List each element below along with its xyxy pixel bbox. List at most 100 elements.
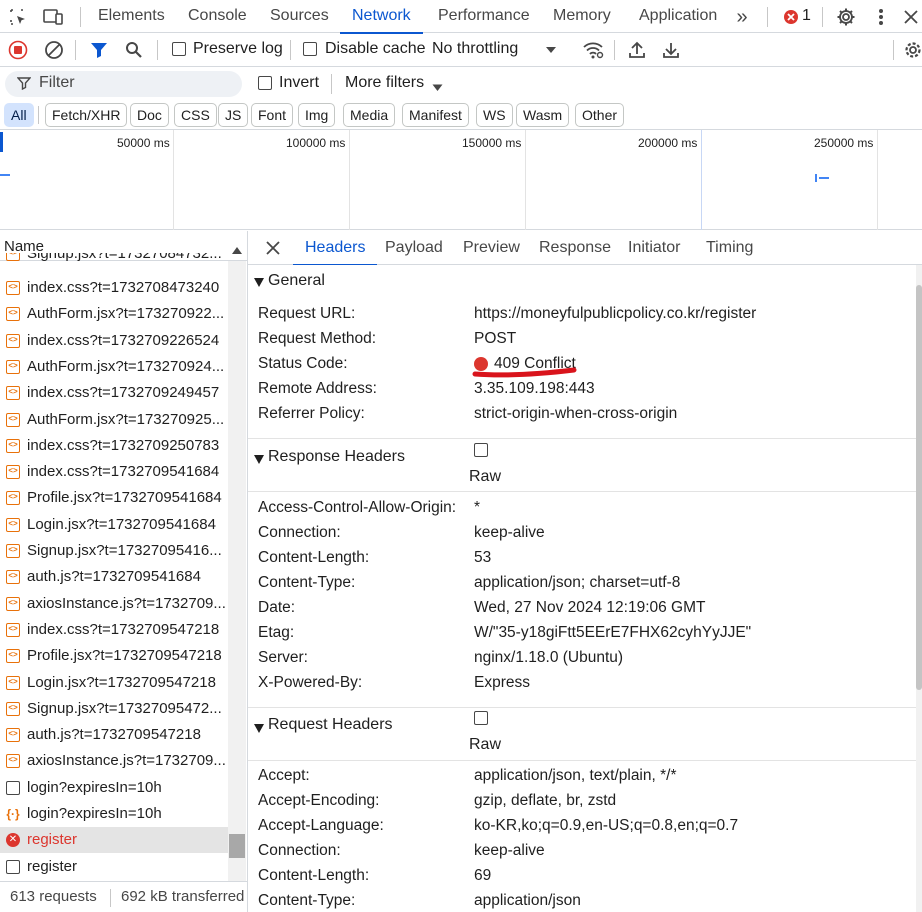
throttling-select[interactable]: No throttling bbox=[432, 40, 518, 58]
disable-cache-checkbox[interactable] bbox=[303, 42, 317, 56]
scrollbar-thumb[interactable] bbox=[229, 834, 245, 858]
response-headers-section-header[interactable]: Response Headers Raw bbox=[248, 438, 916, 492]
disable-cache-label[interactable]: Disable cache bbox=[325, 40, 426, 58]
error-icon[interactable] bbox=[780, 6, 802, 28]
table-row[interactable]: <> index.css?t=1732709541684 bbox=[0, 459, 228, 485]
network-conditions-icon[interactable] bbox=[582, 39, 604, 61]
table-row[interactable]: <> Signup.jsx?t=17327095472... bbox=[0, 696, 228, 722]
expand-triangle-icon bbox=[254, 274, 264, 292]
table-row[interactable]: <> index.css?t=1732709226524 bbox=[0, 328, 228, 354]
close-devtools-icon[interactable] bbox=[900, 6, 922, 28]
request-name: index.css?t=1732709541684 bbox=[27, 463, 220, 481]
raw-response-headers-checkbox[interactable] bbox=[474, 443, 488, 457]
scrollbar-thumb[interactable] bbox=[916, 285, 922, 690]
type-filter-css[interactable]: CSS bbox=[174, 103, 217, 127]
list-item[interactable]: <> Signup.jsx?t=17327084732... bbox=[0, 253, 228, 263]
tab-network[interactable]: Network bbox=[340, 0, 423, 34]
type-filter-other[interactable]: Other bbox=[575, 103, 625, 127]
sort-ascending-icon[interactable] bbox=[232, 241, 242, 258]
table-row[interactable]: <> Profile.jsx?t=1732709547218 bbox=[0, 643, 228, 669]
table-row[interactable]: <> AuthForm.jsx?t=173270925... bbox=[0, 407, 228, 433]
table-row[interactable]: <> AuthForm.jsx?t=173270922... bbox=[0, 301, 228, 327]
table-row[interactable]: <> Signup.jsx?t=17327095416... bbox=[0, 538, 228, 564]
type-filter-img[interactable]: Img bbox=[298, 103, 336, 127]
type-filter-media[interactable]: Media bbox=[343, 103, 396, 127]
table-row[interactable]: <> AuthForm.jsx?t=173270924... bbox=[0, 354, 228, 380]
preserve-log-checkbox[interactable] bbox=[172, 42, 186, 56]
table-row[interactable]: <> index.css?t=1732709249457 bbox=[0, 380, 228, 406]
selected-request-row[interactable]: ✕ register bbox=[0, 827, 228, 854]
tab-elements[interactable]: Elements bbox=[98, 0, 165, 33]
table-row[interactable]: <> Profile.jsx?t=1732709541684 bbox=[0, 485, 228, 511]
timeline-gridline bbox=[349, 130, 350, 230]
close-details-icon[interactable] bbox=[266, 241, 280, 259]
filter-funnel-icon[interactable] bbox=[88, 39, 110, 61]
type-filter-ws[interactable]: WS bbox=[476, 103, 513, 127]
divider bbox=[248, 491, 916, 492]
dropdown-caret-icon[interactable] bbox=[540, 39, 562, 61]
table-row[interactable]: <> axiosInstance.js?t=1732709... bbox=[0, 591, 228, 617]
raw-label[interactable]: Raw bbox=[469, 468, 501, 486]
table-row[interactable]: login?expiresIn=10h bbox=[0, 775, 228, 801]
type-filter-doc[interactable]: Doc bbox=[130, 103, 169, 127]
network-settings-gear-icon[interactable] bbox=[902, 39, 922, 61]
type-filter-js[interactable]: JS bbox=[218, 103, 249, 127]
more-options-icon[interactable] bbox=[870, 6, 892, 28]
settings-gear-icon[interactable] bbox=[835, 6, 857, 28]
request-list-scrollbar[interactable] bbox=[228, 261, 246, 881]
stylesheet-file-icon: <> bbox=[6, 386, 20, 401]
filter-input[interactable]: Filter bbox=[5, 71, 242, 97]
general-section-header[interactable]: General bbox=[248, 265, 916, 295]
import-har-icon[interactable] bbox=[626, 39, 648, 61]
table-row[interactable]: <> index.css?t=1732709547218 bbox=[0, 617, 228, 643]
dropdown-caret-icon[interactable] bbox=[432, 79, 443, 96]
inspect-element-icon[interactable] bbox=[7, 6, 29, 28]
type-filter-font[interactable]: Font bbox=[251, 103, 294, 127]
tab-preview[interactable]: Preview bbox=[463, 231, 520, 265]
request-headers-section-header[interactable]: Request Headers Raw bbox=[248, 707, 916, 760]
request-name: Login.jsx?t=1732709541684 bbox=[27, 515, 216, 533]
table-row[interactable]: <> index.css?t=1732709250783 bbox=[0, 433, 228, 459]
raw-request-headers-checkbox[interactable] bbox=[474, 711, 488, 725]
tab-payload[interactable]: Payload bbox=[385, 231, 443, 265]
table-row[interactable]: <> Login.jsx?t=1732709541684 bbox=[0, 512, 228, 538]
table-row[interactable]: {·} login?expiresIn=10h bbox=[0, 801, 228, 827]
tab-console[interactable]: Console bbox=[188, 0, 247, 33]
search-icon[interactable] bbox=[123, 39, 145, 61]
error-count[interactable]: 1 bbox=[802, 0, 811, 33]
type-filter-wasm[interactable]: Wasm bbox=[516, 103, 570, 127]
tab-initiator[interactable]: Initiator bbox=[628, 231, 680, 265]
raw-label[interactable]: Raw bbox=[469, 736, 501, 754]
table-row[interactable]: <> Login.jsx?t=1732709547218 bbox=[0, 670, 228, 696]
timeline-selection-handle[interactable] bbox=[0, 132, 3, 152]
tab-memory[interactable]: Memory bbox=[553, 0, 611, 33]
clear-icon[interactable] bbox=[43, 39, 65, 61]
tab-performance[interactable]: Performance bbox=[438, 0, 530, 33]
header-value: application/json, text/plain, */* bbox=[474, 767, 677, 784]
record-stop-icon[interactable] bbox=[7, 39, 29, 61]
table-row[interactable]: register bbox=[0, 854, 228, 880]
request-name: auth.js?t=1732709547218 bbox=[27, 726, 201, 744]
tab-response[interactable]: Response bbox=[539, 231, 611, 265]
invert-label[interactable]: Invert bbox=[279, 74, 319, 92]
table-row[interactable]: <> axiosInstance.js?t=1732709... bbox=[0, 748, 228, 774]
preserve-log-label[interactable]: Preserve log bbox=[193, 40, 283, 58]
more-filters-dropdown[interactable]: More filters bbox=[345, 74, 424, 92]
type-filter-all[interactable]: All bbox=[4, 103, 34, 127]
timeline-label: 100000 ms bbox=[286, 136, 346, 150]
type-filter-fetch-xhr[interactable]: Fetch/XHR bbox=[45, 103, 128, 127]
type-filter-manifest[interactable]: Manifest bbox=[402, 103, 469, 127]
tab-timing[interactable]: Timing bbox=[706, 231, 753, 265]
tab-application[interactable]: Application bbox=[639, 0, 717, 33]
request-url-key: Request URL: bbox=[258, 305, 356, 322]
export-har-icon[interactable] bbox=[660, 39, 682, 61]
table-row[interactable]: <> auth.js?t=1732709547218 bbox=[0, 722, 228, 748]
table-row[interactable]: <> auth.js?t=1732709541684 bbox=[0, 564, 228, 590]
invert-checkbox[interactable] bbox=[258, 76, 272, 90]
timeline-overview[interactable]: 50000 ms 100000 ms 150000 ms 200000 ms 2… bbox=[0, 130, 922, 230]
tab-headers[interactable]: Headers bbox=[292, 231, 379, 266]
table-row[interactable]: <> index.css?t=1732708473240 bbox=[0, 275, 228, 301]
device-toolbar-icon[interactable] bbox=[42, 6, 64, 28]
more-tabs-icon[interactable]: » bbox=[731, 6, 753, 28]
tab-sources[interactable]: Sources bbox=[270, 0, 329, 33]
